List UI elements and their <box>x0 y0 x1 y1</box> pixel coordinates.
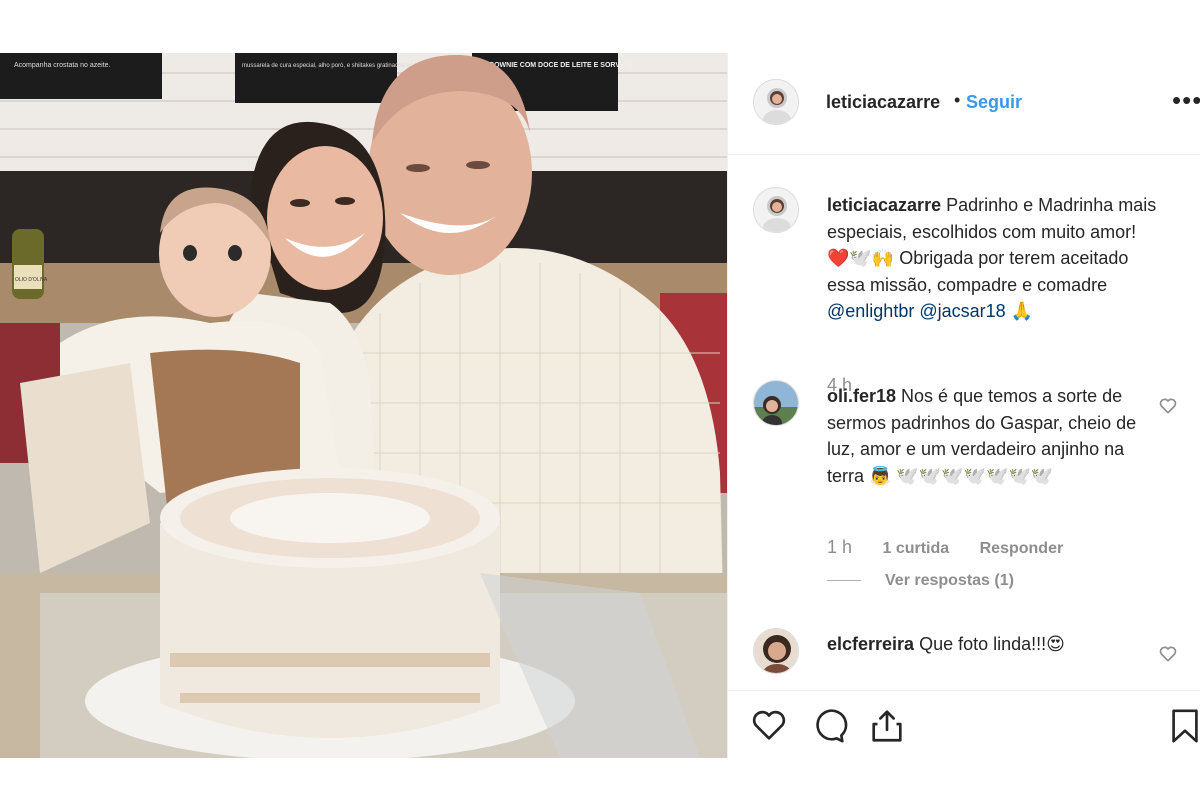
comment-text: elcferreira Que foto linda!!!😍 <box>827 631 1157 658</box>
menu-board-left-text: Acompanha crostata no azeite. <box>14 62 111 69</box>
photo-illustration: Acompanha crostata no azeite. mussarela … <box>0 53 727 758</box>
more-icon[interactable]: ••• <box>1172 85 1200 116</box>
post-header: leticiacazarre • Seguir ••• <box>728 53 1200 155</box>
post-actions-bar <box>728 690 1200 759</box>
comment-avatar[interactable] <box>753 380 799 426</box>
post-side-panel: leticiacazarre • Seguir ••• leticiacazar… <box>727 53 1200 759</box>
comment-username[interactable]: elcferreira <box>827 634 914 654</box>
comment-time[interactable]: 1 h <box>827 537 852 557</box>
comment-username[interactable]: oli.fer18 <box>827 386 896 406</box>
comment-avatar[interactable] <box>753 628 799 674</box>
comment-meta: 1 h 1 curtida Responder <box>827 537 1089 558</box>
caption-text: leticiacazarre Padrinho e Madrinha mais … <box>827 192 1157 325</box>
menu-board-left <box>0 53 162 99</box>
author-username[interactable]: leticiacazarre <box>826 92 940 113</box>
post-photo[interactable]: Acompanha crostata no azeite. mussarela … <box>0 53 727 758</box>
follow-button[interactable]: Seguir <box>966 92 1022 113</box>
view-replies[interactable]: Ver respostas (1) <box>827 572 1014 590</box>
menu-board-right-text: BROWNIE COM DOCE DE LEITE E SORVETE <box>484 62 634 69</box>
comment-text: oli.fer18 Nos é que temos a sorte de ser… <box>827 383 1157 489</box>
heart-icon[interactable] <box>750 707 788 745</box>
mention-enlightbr[interactable]: @enlightbr <box>827 301 914 321</box>
caption-emoji: 🙏 <box>1010 301 1034 321</box>
share-icon[interactable] <box>868 707 906 745</box>
comment-body: Que foto linda!!!😍 <box>919 634 1065 654</box>
mention-jacsar18[interactable]: @jacsar18 <box>919 301 1005 321</box>
like-comment-icon[interactable] <box>1158 396 1178 416</box>
replies-divider <box>827 580 861 582</box>
bookmark-icon[interactable] <box>1166 707 1200 745</box>
bottle-label: OLIO D'OLIVA <box>15 277 48 283</box>
comment-icon[interactable] <box>810 707 848 745</box>
reply-button[interactable]: Responder <box>980 540 1064 557</box>
caption-username[interactable]: leticiacazarre <box>827 195 941 215</box>
menu-board-middle <box>235 53 397 103</box>
comments-section[interactable]: leticiacazarre Padrinho e Madrinha mais … <box>728 155 1200 690</box>
view-replies-label[interactable]: Ver respostas (1) <box>885 572 1014 589</box>
author-avatar[interactable] <box>753 79 799 125</box>
header-separator: • <box>954 90 961 110</box>
comment-likes[interactable]: 1 curtida <box>882 540 949 557</box>
like-comment-icon[interactable] <box>1158 644 1178 664</box>
caption-avatar[interactable] <box>753 187 799 233</box>
